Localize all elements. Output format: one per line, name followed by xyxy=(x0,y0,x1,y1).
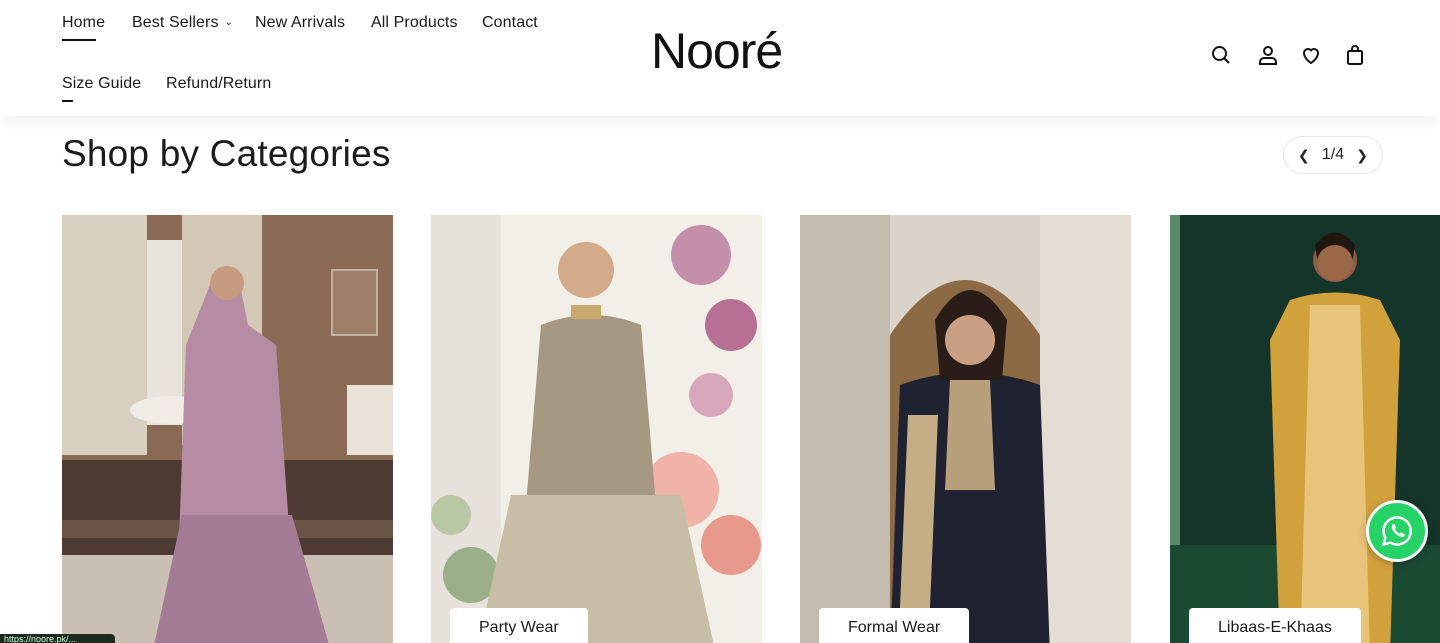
section-title: Shop by Categories xyxy=(62,133,391,174)
cart-icon[interactable] xyxy=(1343,43,1367,67)
chevron-right-icon[interactable]: ❯ xyxy=(1356,147,1368,164)
account-icon[interactable] xyxy=(1256,43,1280,67)
chevron-left-icon[interactable]: ❮ xyxy=(1298,147,1310,164)
category-image xyxy=(62,215,393,643)
nav-home[interactable]: Home xyxy=(62,14,105,41)
whatsapp-chat-button[interactable] xyxy=(1366,500,1428,562)
category-label[interactable]: Party Wear xyxy=(450,608,588,643)
wishlist-icon[interactable] xyxy=(1299,43,1323,67)
nav-size-guide[interactable]: Size Guide xyxy=(62,75,141,102)
nav-all-products[interactable]: All Products xyxy=(371,14,458,32)
site-header: Home Best Sellers ⌄ New Arrivals All Prod… xyxy=(0,0,1440,116)
brand-logo[interactable]: Nooré xyxy=(651,26,783,76)
category-image xyxy=(1170,215,1440,643)
category-image xyxy=(800,215,1131,643)
browser-status-url: https://noore.pk/... xyxy=(0,634,115,643)
category-card[interactable] xyxy=(62,215,393,643)
nav-best-sellers-label: Best Sellers xyxy=(132,14,219,31)
category-card[interactable]: Libaas-E-Khaas xyxy=(1170,215,1440,643)
category-label[interactable]: Libaas-E-Khaas xyxy=(1189,608,1361,643)
carousel-pager: ❮ 1/4 ❯ xyxy=(1283,136,1383,174)
category-label[interactable]: Formal Wear xyxy=(819,608,970,643)
nav-best-sellers[interactable]: Best Sellers ⌄ xyxy=(132,14,233,32)
category-image xyxy=(431,215,762,643)
category-card[interactable]: Formal Wear xyxy=(800,215,1131,643)
nav-contact[interactable]: Contact xyxy=(482,14,538,32)
category-card[interactable]: Party Wear xyxy=(431,215,762,643)
nav-refund-return[interactable]: Refund/Return xyxy=(166,75,271,93)
chevron-down-icon: ⌄ xyxy=(224,17,234,28)
search-icon[interactable] xyxy=(1209,43,1233,67)
pager-indicator: 1/4 xyxy=(1321,146,1345,163)
nav-new-arrivals[interactable]: New Arrivals xyxy=(255,14,345,32)
whatsapp-icon xyxy=(1381,516,1412,547)
